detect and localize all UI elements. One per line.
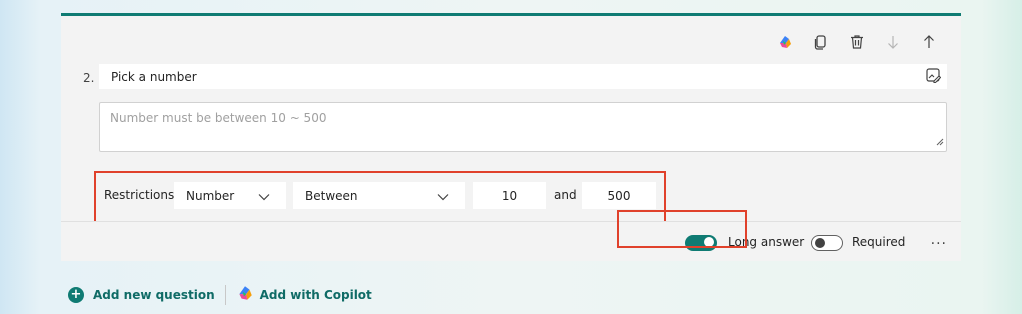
add-with-copilot-button[interactable]: Add with Copilot	[236, 284, 372, 305]
add-new-question-button[interactable]: + Add new question	[68, 286, 215, 303]
question-title-input[interactable]: Pick a number	[99, 64, 947, 89]
move-down-icon[interactable]	[875, 30, 911, 54]
restriction-max-input[interactable]: 500	[582, 182, 656, 209]
restriction-condition-value: Between	[305, 188, 358, 203]
resize-handle-icon[interactable]	[936, 135, 944, 149]
more-options-icon[interactable]: ···	[931, 236, 947, 252]
add-question-bar: + Add new question Add with Copilot	[68, 284, 372, 305]
plus-icon: +	[68, 286, 84, 303]
add-new-question-label: Add new question	[93, 287, 215, 302]
copilot-icon[interactable]	[767, 30, 803, 54]
move-up-icon[interactable]	[911, 30, 947, 54]
delete-icon[interactable]	[839, 30, 875, 54]
chevron-down-icon	[437, 190, 449, 204]
answer-textarea[interactable]: Number must be between 10 ~ 500	[99, 102, 947, 152]
divider	[224, 284, 226, 305]
restriction-condition-select[interactable]: Between	[293, 182, 465, 209]
required-label: Required	[852, 235, 906, 249]
question-card: 2. Pick a number Number must be between …	[61, 13, 961, 261]
required-toggle[interactable]	[811, 235, 843, 251]
answer-placeholder: Number must be between 10 ~ 500	[110, 111, 327, 125]
restriction-min-input[interactable]: 10	[473, 182, 546, 209]
restriction-and-label: and	[554, 188, 577, 202]
restriction-max-value: 500	[607, 188, 631, 203]
question-number: 2.	[83, 71, 95, 85]
restriction-type-value: Number	[186, 188, 235, 203]
restriction-min-value: 10	[501, 188, 518, 203]
restriction-type-select[interactable]: Number	[174, 182, 286, 209]
chevron-down-icon	[258, 190, 270, 204]
question-title-text: Pick a number	[111, 70, 197, 84]
insert-media-icon[interactable]	[926, 68, 942, 86]
copilot-icon	[236, 284, 260, 305]
copy-icon[interactable]	[803, 30, 839, 54]
restrictions-label: Restrictions	[104, 188, 175, 202]
long-answer-highlight	[617, 210, 747, 248]
question-footer: Long answer Required ···	[61, 221, 961, 261]
add-with-copilot-label: Add with Copilot	[259, 287, 372, 302]
question-toolbar	[767, 30, 947, 54]
restrictions-group: Restrictions Number Between 10 and 500	[94, 171, 666, 224]
